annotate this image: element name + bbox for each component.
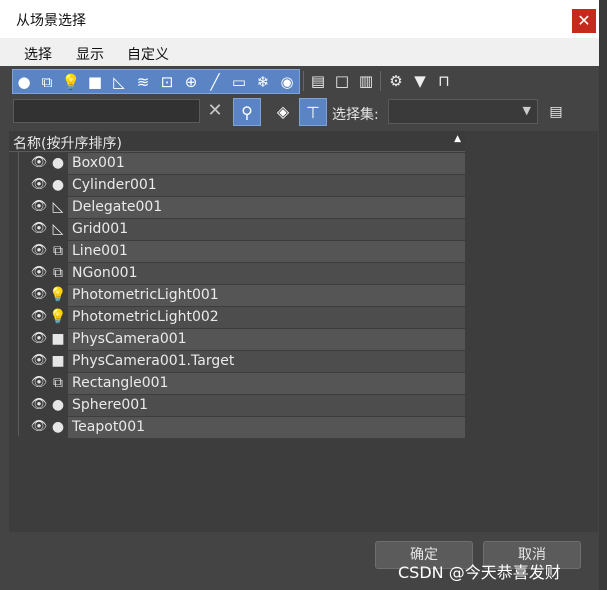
list-item[interactable]: 👁 ● Sphere001: [18, 394, 465, 416]
sort-by-layers-button[interactable]: ◈: [269, 98, 297, 126]
object-type-filters: ● ⧉ 💡 ■ ◺ ≋ ⊡ ⊕ ╱ ▭ ❄ ◉: [12, 69, 300, 94]
clear-search-icon[interactable]: ✕: [205, 100, 225, 122]
edit-selection-sets-icon[interactable]: ▤: [545, 100, 567, 124]
helper-type-icon: ◺: [52, 199, 64, 215]
sort-by-hierarchy-button[interactable]: ⊤: [299, 98, 327, 126]
geometry-type-icon: ●: [51, 177, 65, 193]
row-background: [68, 153, 465, 174]
geometry-type-icon: ●: [51, 419, 65, 435]
window-title: 从场景选择: [16, 13, 86, 29]
list-item[interactable]: 👁 ⧉ NGon001: [18, 262, 465, 284]
list-item[interactable]: 👁 ◺ Grid001: [18, 218, 465, 240]
helpers-filter-icon[interactable]: ◺: [109, 72, 129, 92]
spacewarps-filter-icon[interactable]: ≋: [133, 72, 153, 92]
filter-search-icon: ⚲: [241, 103, 253, 122]
list-item[interactable]: 👁 ● Teapot001: [18, 416, 465, 438]
visibility-eye-icon[interactable]: 👁: [29, 395, 49, 415]
display-children-icon[interactable]: ⊓: [434, 71, 454, 91]
object-name: Delegate001: [72, 199, 163, 215]
visibility-eye-icon[interactable]: 👁: [29, 263, 49, 283]
hierarchy-icon: ⊤: [306, 103, 320, 122]
list-item[interactable]: 👁 ● Cylinder001: [18, 174, 465, 196]
shape-type-icon: ⧉: [53, 265, 63, 281]
sort-ascending-icon: ▲: [454, 134, 461, 144]
frozen-filter-icon[interactable]: ❄: [253, 72, 273, 92]
shape-type-icon: ⧉: [53, 375, 63, 391]
title-bar: 从场景选择 ✕: [0, 0, 599, 38]
invert-selection-icon[interactable]: ▥: [356, 71, 376, 91]
watermark: CSDN @今天恭喜发财: [398, 563, 561, 582]
select-none-icon[interactable]: □: [332, 71, 352, 91]
object-name: Cylinder001: [72, 177, 157, 193]
filter-icon[interactable]: ▼: [410, 71, 430, 91]
object-name: Teapot001: [72, 419, 146, 435]
lights-filter-icon[interactable]: 💡: [61, 72, 81, 92]
object-name: PhysCamera001: [72, 331, 187, 347]
visibility-eye-icon[interactable]: 👁: [29, 241, 49, 261]
select-all-icon[interactable]: ▤: [308, 71, 328, 91]
menu-bar: 选择 显示 自定义: [0, 38, 599, 66]
shapes-filter-icon[interactable]: ⧉: [37, 72, 57, 92]
visibility-eye-icon[interactable]: 👁: [29, 417, 49, 437]
list-item[interactable]: 👁 ■ PhysCamera001.Target: [18, 350, 465, 372]
light-type-icon: 💡: [49, 287, 67, 303]
filter-settings-icon[interactable]: ⚙: [386, 71, 406, 91]
object-name: PhotometricLight002: [72, 309, 219, 325]
list-item[interactable]: 👁 ● Box001: [18, 152, 465, 174]
visibility-eye-icon[interactable]: 👁: [29, 153, 49, 173]
list-item[interactable]: 👁 ◺ Delegate001: [18, 196, 465, 218]
selection-set-label: 选择集:: [332, 107, 379, 123]
menu-customize[interactable]: 自定义: [127, 44, 169, 64]
list-item[interactable]: 👁 ⧉ Rectangle001: [18, 372, 465, 394]
selection-set-dropdown[interactable]: ▼: [388, 99, 538, 124]
object-name: Sphere001: [72, 397, 149, 413]
toolbar-divider: [380, 71, 381, 91]
light-type-icon: 💡: [49, 309, 67, 325]
object-name: NGon001: [72, 265, 138, 281]
geometry-type-icon: ●: [51, 397, 65, 413]
visibility-eye-icon[interactable]: 👁: [29, 285, 49, 305]
visibility-eye-icon[interactable]: 👁: [29, 175, 49, 195]
containers-filter-icon[interactable]: ▭: [229, 72, 249, 92]
object-name: PhysCamera001.Target: [72, 353, 235, 369]
visibility-eye-icon[interactable]: 👁: [29, 329, 49, 349]
helper-type-icon: ◺: [52, 221, 64, 237]
column-header-label: 名称(按升序排序): [13, 136, 122, 152]
visibility-eye-icon[interactable]: 👁: [29, 373, 49, 393]
search-filter-toggle-button[interactable]: ⚲: [233, 98, 261, 126]
menu-display[interactable]: 显示: [76, 44, 104, 64]
geometry-type-icon: ●: [51, 155, 65, 171]
list-item[interactable]: 👁 ⧉ Line001: [18, 240, 465, 262]
groups-filter-icon[interactable]: ⊡: [157, 72, 177, 92]
object-name: PhotometricLight001: [72, 287, 219, 303]
list-item[interactable]: 👁 💡 PhotometricLight001: [18, 284, 465, 306]
visibility-eye-icon[interactable]: 👁: [29, 219, 49, 239]
visibility-eye-icon[interactable]: 👁: [29, 351, 49, 371]
object-name: Line001: [72, 243, 128, 259]
xrefs-filter-icon[interactable]: ⊕: [181, 72, 201, 92]
close-button[interactable]: ✕: [572, 9, 596, 33]
list-item[interactable]: 👁 ■ PhysCamera001: [18, 328, 465, 350]
geometry-filter-icon[interactable]: ●: [14, 72, 34, 92]
menu-select[interactable]: 选择: [24, 44, 52, 64]
visibility-eye-icon[interactable]: 👁: [29, 197, 49, 217]
object-list: 👁 ● Box001 👁 ● Cylinder001 👁 ◺ Delegate001 👁 ◺ Grid…: [18, 152, 465, 438]
search-input[interactable]: [13, 99, 200, 123]
shape-type-icon: ⧉: [53, 243, 63, 259]
object-name: Rectangle001: [72, 375, 169, 391]
bones-filter-icon[interactable]: ╱: [205, 72, 225, 92]
camera-type-icon: ■: [51, 353, 65, 369]
layers-icon: ◈: [276, 102, 290, 121]
cameras-filter-icon[interactable]: ■: [85, 72, 105, 92]
select-from-scene-dialog: 从场景选择 ✕ 选择 显示 自定义 ● ⧉ 💡 ■ ◺ ≋ ⊡ ⊕ ╱ ▭ ❄ …: [0, 0, 599, 590]
toolbar-divider: [303, 71, 304, 91]
visibility-eye-icon[interactable]: 👁: [29, 307, 49, 327]
name-column-header[interactable]: 名称(按升序排序) ▲: [9, 131, 465, 152]
camera-type-icon: ■: [51, 331, 65, 347]
hidden-filter-icon[interactable]: ◉: [277, 72, 297, 92]
chevron-down-icon: ▼: [522, 104, 531, 117]
list-item[interactable]: 👁 💡 PhotometricLight002: [18, 306, 465, 328]
object-name: Box001: [72, 155, 125, 171]
object-name: Grid001: [72, 221, 129, 237]
